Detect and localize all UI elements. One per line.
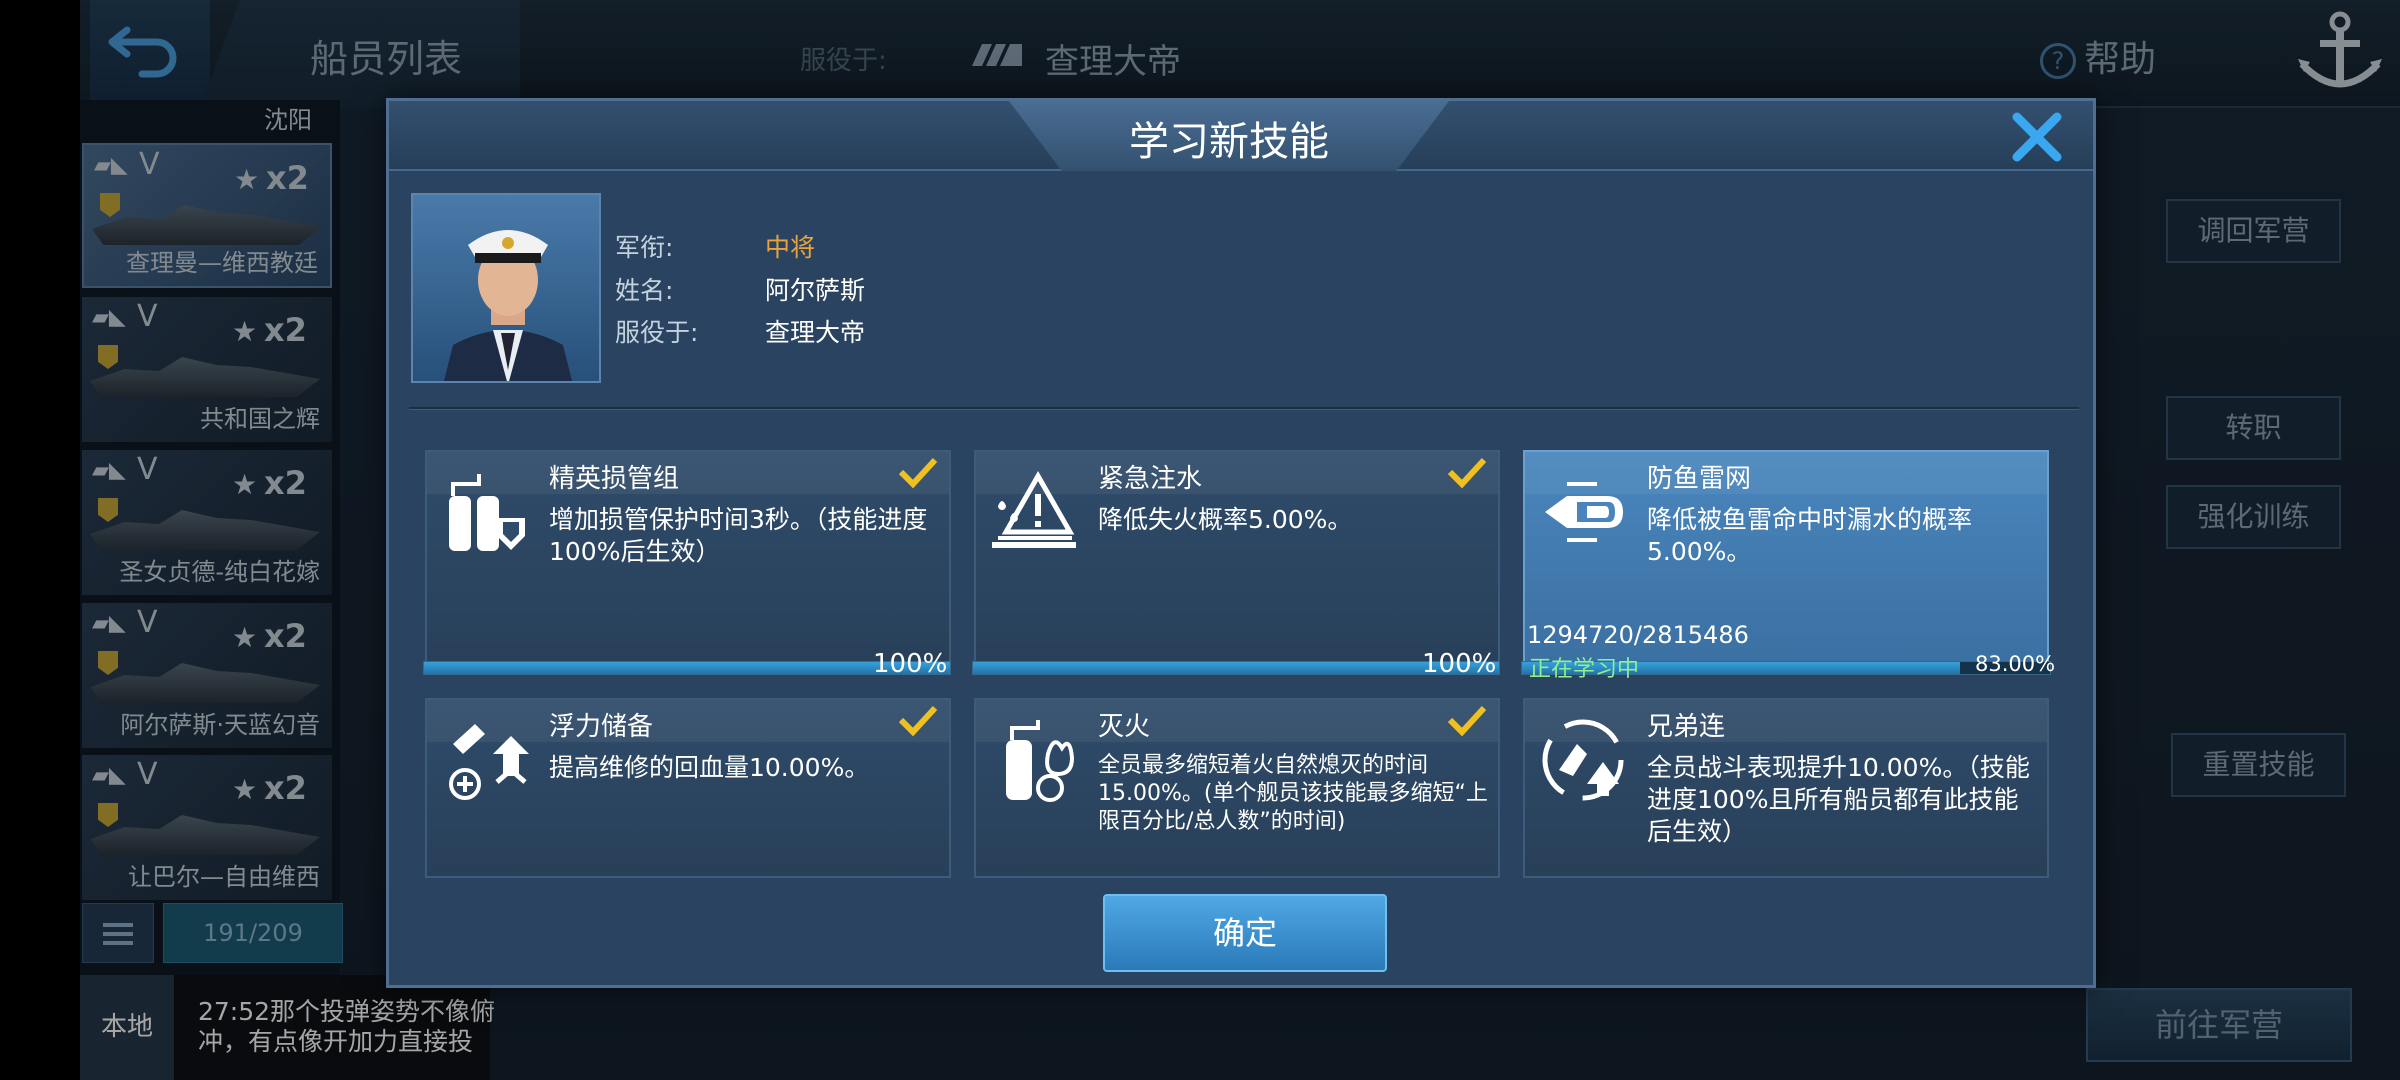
officer-avatar-icon [444,230,572,381]
skill-progress-bar [423,661,951,675]
skill-title: 灭火 [1098,712,1151,742]
skill-description: 增加损管保护时间3秒。（技能进度100%后生效） [549,505,928,566]
skill-progress-text: 100% [1422,649,1497,679]
skill-card[interactable]: 浮力储备 提高维修的回血量10.00%。 [425,698,951,878]
flooding-icon [992,470,1076,548]
name-label: 姓名: [615,276,674,305]
skill-description: 降低失火概率5.00%。 [1098,505,1353,534]
skill-card[interactable]: 兄弟连 全员战斗表现提升10.00%。（技能进度100%且所有船员都有此技能后生… [1523,698,2049,878]
skill-card[interactable]: 灭火 全员最多缩短着火自然熄灭的时间15.00%。(单个舰员该技能最多缩短“上限… [974,698,1500,878]
skill-title: 紧急注水 [1098,464,1203,494]
checkmark-icon [1447,705,1487,737]
officer-rank: 中将 [765,233,816,262]
skill-card[interactable]: 紧急注水 降低失火概率5.00%。 [974,450,1500,675]
officer-serve-ship: 查理大帝 [765,318,866,347]
skill-progress-bar [972,661,1500,675]
checkmark-icon [898,457,938,489]
learn-skill-modal: 学习新技能 军衔: 中将 姓名: 阿尔萨斯 服役于: 查理大帝 精英损管组 增加… [386,98,2096,988]
skill-card[interactable]: 精英损管组 增加损管保护时间3秒。（技能进度100%后生效） [425,450,951,675]
buoyancy-icon [449,724,529,800]
skill-progress-fill [424,662,950,674]
skill-title: 精英损管组 [549,464,680,494]
close-icon[interactable] [2009,109,2065,165]
skill-progress-text: 83.00% [1975,652,2056,676]
officer-serve-label: 服役于: [615,318,699,347]
officer-name: 阿尔萨斯 [765,276,866,305]
skill-progress-fill [973,662,1499,674]
skill-title: 兄弟连 [1647,712,1726,742]
torpedo-net-icon [1545,482,1623,542]
skill-title: 防鱼雷网 [1647,464,1752,494]
skill-description: 提高维修的回血量10.00%。 [549,753,870,782]
fire-extinguish-icon [1006,720,1075,802]
skill-title: 浮力储备 [549,712,654,742]
confirm-button[interactable]: 确定 [1103,894,1387,972]
brotherhood-icon [1542,719,1624,801]
skill-status-text: 正在学习中 [1529,657,1640,682]
checkmark-icon [898,705,938,737]
damage-control-icon [449,474,525,551]
officer-portrait [411,193,601,383]
skill-progress-text: 100% [873,649,948,679]
divider [409,407,2079,410]
modal-title: 学习新技能 [1129,119,1329,165]
rank-label: 军衔: [615,233,674,262]
checkmark-icon [1447,457,1487,489]
skill-description: 全员战斗表现提升10.00%。（技能进度100%且所有船员都有此技能后生效） [1647,753,2030,846]
skill-description: 全员最多缩短着火自然熄灭的时间15.00%。(单个舰员该技能最多缩短“上限百分比… [1098,753,1488,834]
skill-description: 降低被鱼雷命中时漏水的概率5.00%。 [1647,505,1973,566]
skill-xp-text: 1294720/2815486 [1527,621,1749,649]
